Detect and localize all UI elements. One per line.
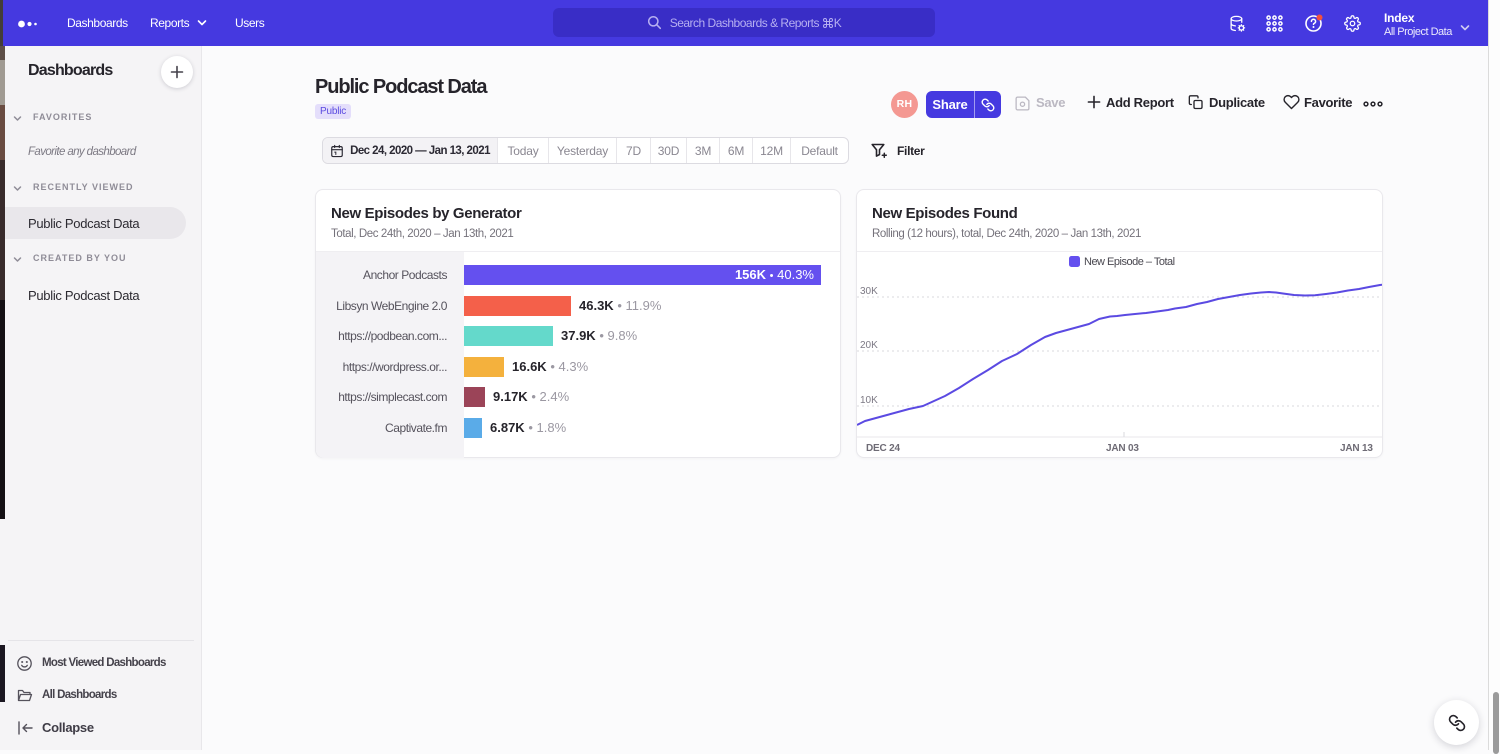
svg-text:30K: 30K xyxy=(860,286,878,297)
svg-text:20K: 20K xyxy=(860,340,878,351)
svg-text:10K: 10K xyxy=(860,395,878,406)
